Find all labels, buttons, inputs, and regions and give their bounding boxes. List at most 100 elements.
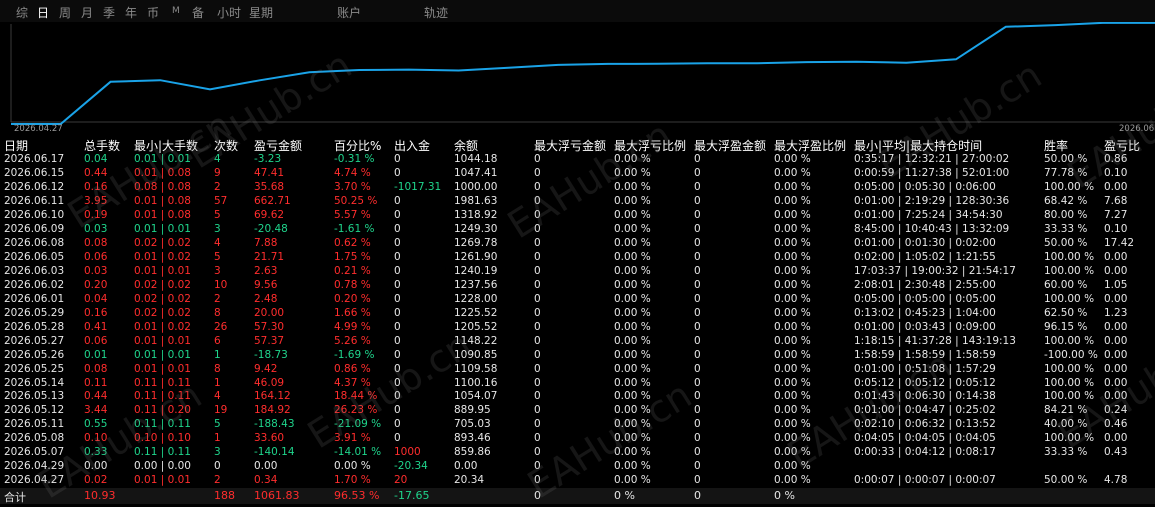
cell-balance: 859.86	[454, 446, 491, 459]
table-row[interactable]: 2026.05.13 0.44 0.11 | 0.11 4 164.12 18.44 % 0…	[0, 389, 1155, 403]
cell-max-float-loss-pct: 0.00 %	[614, 348, 651, 361]
period-tab-10[interactable]: 星期	[249, 4, 273, 21]
table-row[interactable]: 2026.05.08 0.10 0.10 | 0.10 1 33.60 3.91 % 0 89…	[0, 431, 1155, 445]
table-row[interactable]: 2026.04.29 0.00 0.00 | 0.00 0 0.00 0.00 % -20.…	[0, 459, 1155, 473]
cell-trade-count: 3	[214, 446, 221, 459]
cell-pnl-percent: 4.99 %	[334, 320, 371, 333]
cell-deposit-withdrawal: -20.34	[394, 460, 428, 473]
cell-min-max-lots: 0.10 | 0.10	[134, 432, 191, 445]
cell-pnl-amount: 164.12	[254, 390, 291, 403]
cell-win-rate: 62.50 %	[1044, 306, 1088, 319]
table-row[interactable]: 2026.06.03 0.03 0.01 | 0.01 3 2.63 0.21 % 0 124…	[0, 264, 1155, 278]
cell-balance: 1225.52	[454, 306, 498, 319]
cell-total-lots: 0.04	[84, 292, 108, 305]
table-row[interactable]: 2026.06.12 0.16 0.08 | 0.08 2 35.68 3.70 % -10…	[0, 180, 1155, 194]
cell-max-float-loss: 0	[534, 208, 541, 221]
cell-date: 2026.05.13	[4, 390, 65, 403]
table-row[interactable]: 2026.05.12 3.44 0.11 | 0.20 19 184.92 26.23 %…	[0, 403, 1155, 417]
table-row[interactable]: 2026.05.28 0.41 0.01 | 0.02 26 57.30 4.99 % 0 1…	[0, 320, 1155, 334]
cell-max-float-profit-pct: 0.00 %	[774, 334, 811, 347]
period-tab-7[interactable]: M	[172, 6, 180, 16]
cell-balance: 1044.18	[454, 153, 498, 165]
cell-min-max-lots: 0.02 | 0.02	[134, 278, 191, 291]
cell-max-float-loss-pct: 0.00 %	[614, 292, 651, 305]
table-row[interactable]: 2026.05.25 0.08 0.01 | 0.01 8 9.42 0.86 % 0 110…	[0, 362, 1155, 376]
cell-trade-count: 4	[214, 153, 221, 165]
cell-holding-time: 0:01:00 | 0:03:43 | 0:09:00	[854, 320, 996, 333]
period-tab-6[interactable]: 币	[147, 4, 159, 21]
cell-trade-count: 57	[214, 194, 228, 207]
cell-pnl-amount: 2.48	[254, 292, 278, 305]
cell-min-max-lots: 0.08 | 0.08	[134, 180, 191, 193]
table-row[interactable]: 2026.06.15 0.44 0.01 | 0.08 9 47.41 4.74 % 0 10…	[0, 166, 1155, 180]
cell-date: 2026.04.29	[4, 460, 65, 473]
cell-max-float-profit-pct: 0.00 %	[774, 292, 811, 305]
cell-date: 2026.05.29	[4, 306, 65, 319]
cell-total-lots: 0.20	[84, 278, 108, 291]
cell-pnl-percent: 18.44 %	[334, 390, 378, 403]
cell-holding-time: 0:01:00 | 0:01:30 | 0:02:00	[854, 236, 996, 249]
period-tab-12[interactable]: 轨迹	[424, 4, 448, 21]
period-tab-5[interactable]: 年	[125, 4, 137, 21]
period-tab-3[interactable]: 月	[81, 4, 93, 21]
cell-max-float-profit-pct: 0.00 %	[774, 460, 811, 473]
cell-date: 2026.06.05	[4, 250, 65, 263]
cell-min-max-lots: 0.01 | 0.02	[134, 320, 191, 333]
cell-total-lots: 0.02	[84, 474, 108, 487]
cell-profit-loss-ratio: 0.00	[1104, 264, 1128, 277]
totals-max-float-profit: 0	[694, 489, 701, 502]
table-row[interactable]: 2026.06.17 0.04 0.01 | 0.01 4 -3.23 -0.31 % 0 1…	[0, 152, 1155, 166]
cell-max-float-loss-pct: 0.00 %	[614, 208, 651, 221]
period-tab-0[interactable]: 综	[16, 4, 28, 21]
period-tab-1[interactable]: 日	[37, 4, 49, 21]
cell-deposit-withdrawal: -1017.31	[394, 180, 442, 193]
cell-max-float-loss-pct: 0.00 %	[614, 446, 651, 459]
period-tab-8[interactable]: 备	[192, 4, 204, 21]
table-row[interactable]: 2026.06.05 0.06 0.01 | 0.02 5 21.71 1.75 % 0 12…	[0, 250, 1155, 264]
table-row[interactable]: 2026.05.26 0.01 0.01 | 0.01 1 -18.73 -1.69 % 0…	[0, 348, 1155, 362]
table-header: 日期 总手数 最小|大手数 次数 盈亏金额 百分比% 出入金 余额 最大浮亏金额 最大浮亏比例 最大…	[0, 137, 1155, 153]
table-row[interactable]: 2026.05.27 0.06 0.01 | 0.01 6 57.37 5.26 % 0 11…	[0, 334, 1155, 348]
table-row[interactable]: 2026.05.29 0.16 0.02 | 0.02 8 20.00 1.66 % 0 12…	[0, 306, 1155, 320]
table-row[interactable]: 2026.06.11 3.95 0.01 | 0.08 57 662.71 50.25 %…	[0, 194, 1155, 208]
cell-total-lots: 0.55	[84, 418, 108, 431]
equity-chart: 2026.04.27 2026.06.	[0, 22, 1155, 134]
table-row[interactable]: 2026.05.14 0.11 0.11 | 0.11 1 46.09 4.37 % 0 11…	[0, 376, 1155, 390]
table-row[interactable]: 2026.05.11 0.55 0.11 | 0.11 5 -188.43 -21.09 …	[0, 417, 1155, 431]
cell-max-float-profit-pct: 0.00 %	[774, 446, 811, 459]
cell-pnl-percent: -14.01 %	[334, 446, 382, 459]
cell-balance: 1090.85	[454, 348, 498, 361]
cell-max-float-loss-pct: 0.00 %	[614, 404, 651, 417]
cell-pnl-percent: -21.09 %	[334, 418, 382, 431]
cell-profit-loss-ratio: 0.00	[1104, 376, 1128, 389]
cell-win-rate: 60.00 %	[1044, 278, 1088, 291]
period-tab-2[interactable]: 周	[59, 4, 71, 21]
cell-deposit-withdrawal: 0	[394, 153, 401, 165]
cell-max-float-profit: 0	[694, 166, 701, 179]
period-tab-4[interactable]: 季	[103, 4, 115, 21]
cell-pnl-percent: 0.20 %	[334, 292, 371, 305]
table-row[interactable]: 2026.06.01 0.04 0.02 | 0.02 2 2.48 0.20 % 0 122…	[0, 292, 1155, 306]
table-row[interactable]: 2026.06.08 0.08 0.02 | 0.02 4 7.88 0.62 % 0 126…	[0, 236, 1155, 250]
cell-holding-time: 0:35:17 | 12:32:21 | 27:00:02	[854, 153, 1010, 165]
table-row[interactable]: 2026.04.27 0.02 0.01 | 0.01 2 0.34 1.70 % 20 20…	[0, 473, 1155, 487]
period-tab-11[interactable]: 账户	[337, 4, 361, 21]
table-row[interactable]: 2026.06.02 0.20 0.02 | 0.02 10 9.56 0.78 % 0 12…	[0, 278, 1155, 292]
cell-pnl-percent: 3.91 %	[334, 432, 371, 445]
cell-pnl-amount: -18.73	[254, 348, 288, 361]
cell-max-float-profit: 0	[694, 376, 701, 389]
cell-max-float-loss-pct: 0.00 %	[614, 153, 651, 165]
period-tab-9[interactable]: 小时	[217, 4, 241, 21]
cell-pnl-amount: -20.48	[254, 222, 288, 235]
cell-max-float-loss-pct: 0.00 %	[614, 306, 651, 319]
cell-min-max-lots: 0.01 | 0.01	[134, 222, 191, 235]
table-row[interactable]: 2026.06.10 0.19 0.01 | 0.08 5 69.62 5.57 % 0 13…	[0, 208, 1155, 222]
cell-deposit-withdrawal: 0	[394, 236, 401, 249]
table-row[interactable]: 2026.05.07 0.33 0.11 | 0.11 3 -140.14 -14.01 …	[0, 445, 1155, 459]
cell-profit-loss-ratio: 0.46	[1104, 418, 1128, 431]
cell-max-float-profit-pct: 0.00 %	[774, 474, 811, 487]
cell-pnl-amount: -3.23	[254, 153, 282, 165]
table-row[interactable]: 2026.06.09 0.03 0.01 | 0.01 3 -20.48 -1.61 % 0…	[0, 222, 1155, 236]
cell-profit-loss-ratio: 0.00	[1104, 180, 1128, 193]
period-toolbar: 综日周月季年币 M 备小时 星期 账户 轨迹	[0, 0, 1155, 22]
